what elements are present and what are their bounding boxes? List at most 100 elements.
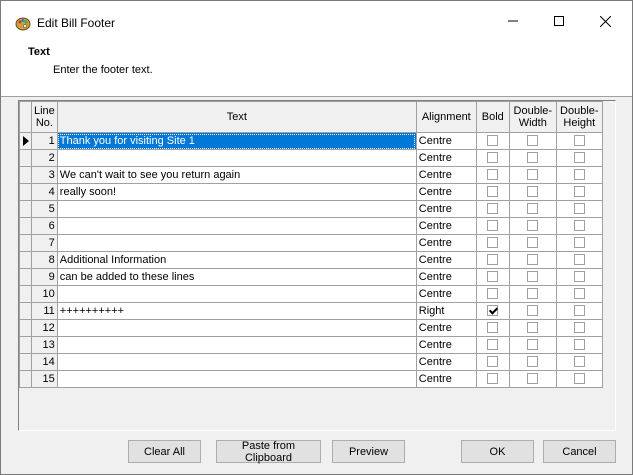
footer-grid[interactable]: Line No. Text Alignment Bold Double- Width… [18,100,616,431]
double-height-checkbox[interactable] [573,287,585,299]
alignment-cell[interactable]: Centre [415,183,477,201]
paste-from-clipboard-button[interactable]: Paste from Clipboard [216,440,321,464]
table-row[interactable]: 13 Centre [19,336,603,354]
text-cell[interactable] [56,353,417,371]
alignment-cell[interactable]: Centre [415,285,477,303]
double-height-checkbox[interactable] [573,321,585,333]
bold-checkbox[interactable] [487,202,499,214]
bold-checkbox[interactable] [487,236,499,248]
text-cell[interactable] [56,370,417,388]
table-row[interactable]: 2 Centre [19,149,603,167]
column-header-alignment[interactable]: Alignment [415,101,477,133]
double-width-checkbox[interactable] [527,168,539,180]
text-cell[interactable] [56,319,417,337]
column-header-double-width[interactable]: Double- Width [508,101,557,133]
text-cell[interactable] [56,336,417,354]
text-cell[interactable] [56,285,417,303]
bold-checkbox[interactable] [487,355,499,367]
double-width-checkbox[interactable] [527,304,539,316]
alignment-cell[interactable]: Right [415,302,477,320]
double-height-checkbox[interactable] [573,372,585,384]
row-indicator[interactable] [19,132,32,150]
double-width-checkbox[interactable] [527,236,539,248]
double-height-checkbox[interactable] [573,185,585,197]
row-indicator[interactable] [19,285,32,303]
clear-all-button[interactable]: Clear All [128,440,201,463]
double-width-checkbox[interactable] [527,372,539,384]
double-width-checkbox[interactable] [527,219,539,231]
row-indicator[interactable] [19,319,32,337]
column-header-bold[interactable]: Bold [475,101,510,133]
alignment-cell[interactable]: Centre [415,200,477,218]
text-cell[interactable]: Thank you for visiting Site 1 [56,132,417,150]
row-indicator[interactable] [19,370,32,388]
bold-checkbox[interactable] [487,304,499,316]
bold-checkbox[interactable] [487,321,499,333]
double-width-checkbox[interactable] [527,134,539,146]
bold-checkbox[interactable] [487,338,499,350]
double-width-checkbox[interactable] [527,321,539,333]
bold-checkbox[interactable] [487,219,499,231]
row-indicator[interactable] [19,183,32,201]
double-height-checkbox[interactable] [573,219,585,231]
row-indicator[interactable] [19,353,32,371]
table-row[interactable]: 1 Thank you for visiting Site 1 Centre [19,132,603,150]
alignment-cell[interactable]: Centre [415,132,477,150]
double-height-checkbox[interactable] [573,151,585,163]
double-height-checkbox[interactable] [573,253,585,265]
table-row[interactable]: 5 Centre [19,200,603,218]
row-indicator[interactable] [19,149,32,167]
alignment-cell[interactable]: Centre [415,234,477,252]
table-row[interactable]: 10 Centre [19,285,603,303]
row-indicator[interactable] [19,200,32,218]
text-cell[interactable] [56,149,417,167]
table-row[interactable]: 7 Centre [19,234,603,252]
alignment-cell[interactable]: Centre [415,149,477,167]
table-row[interactable]: 12 Centre [19,319,603,337]
double-width-checkbox[interactable] [527,253,539,265]
text-cell[interactable] [56,217,417,235]
double-height-checkbox[interactable] [573,338,585,350]
bold-checkbox[interactable] [487,287,499,299]
alignment-cell[interactable]: Centre [415,217,477,235]
cancel-button[interactable]: Cancel [543,440,616,463]
text-cell[interactable]: Additional Information [56,251,417,269]
alignment-cell[interactable]: Centre [415,268,477,286]
text-cell[interactable]: We can't wait to see you return again [56,166,417,184]
row-indicator[interactable] [19,166,32,184]
double-width-checkbox[interactable] [527,338,539,350]
table-row[interactable]: 6 Centre [19,217,603,235]
double-height-checkbox[interactable] [573,168,585,180]
alignment-cell[interactable]: Centre [415,370,477,388]
row-indicator[interactable] [19,234,32,252]
double-width-checkbox[interactable] [527,185,539,197]
table-row[interactable]: 11 ++++++++++ Right [19,302,603,320]
double-width-checkbox[interactable] [527,202,539,214]
column-header-text[interactable]: Text [56,101,417,133]
text-cell[interactable]: really soon! [56,183,417,201]
bold-checkbox[interactable] [487,372,499,384]
column-header-double-height[interactable]: Double- Height [555,101,603,133]
close-button[interactable] [582,1,628,41]
double-height-checkbox[interactable] [573,134,585,146]
double-height-checkbox[interactable] [573,236,585,248]
text-cell[interactable] [56,234,417,252]
bold-checkbox[interactable] [487,151,499,163]
row-indicator[interactable] [19,251,32,269]
double-height-checkbox[interactable] [573,202,585,214]
alignment-cell[interactable]: Centre [415,166,477,184]
column-header-line-no[interactable]: Line No. [31,101,58,133]
alignment-cell[interactable]: Centre [415,319,477,337]
maximize-button[interactable] [536,1,582,41]
double-width-checkbox[interactable] [527,270,539,282]
alignment-cell[interactable]: Centre [415,336,477,354]
table-row[interactable]: 9 can be added to these lines Centre [19,268,603,286]
row-indicator[interactable] [19,336,32,354]
text-cell[interactable] [56,200,417,218]
bold-checkbox[interactable] [487,134,499,146]
double-height-checkbox[interactable] [573,270,585,282]
table-row[interactable]: 15 Centre [19,370,603,388]
bold-checkbox[interactable] [487,253,499,265]
table-row[interactable]: 14 Centre [19,353,603,371]
bold-checkbox[interactable] [487,270,499,282]
